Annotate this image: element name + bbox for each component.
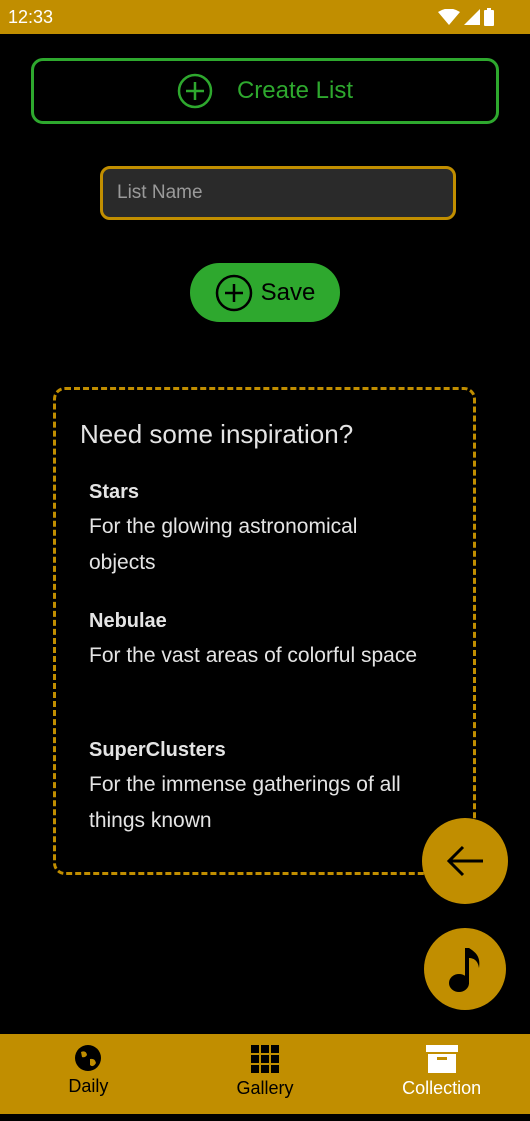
status-icons [438,8,494,26]
back-fab-button[interactable] [422,818,508,904]
inspiration-item-title: Stars [89,481,140,503]
nav-item-gallery[interactable]: Gallery [177,1034,354,1114]
inspiration-item-stars: Stars For the glowing astronomical objec… [89,479,429,581]
arrow-left-icon [446,845,483,877]
list-name-input[interactable] [100,166,456,220]
battery-icon [484,8,494,26]
create-list-button[interactable]: Create List [31,58,499,124]
nav-item-daily[interactable]: Daily [0,1034,177,1114]
music-fab-button[interactable] [424,928,506,1010]
plus-circle-icon [177,73,213,109]
grid-icon [251,1045,279,1073]
signal-icon [464,9,480,25]
wifi-icon [438,9,460,25]
music-note-icon [449,948,480,992]
status-time: 12:33 [8,7,54,27]
app-screen: 12:33 Create List Save [0,0,530,1121]
nav-item-collection[interactable]: Collection [353,1034,530,1114]
save-button[interactable]: Save [190,263,340,322]
system-nav-strip [0,1114,530,1121]
inspiration-item-desc: For the vast areas of colorful space [89,644,417,667]
globe-icon [75,1045,102,1071]
nav-label-collection: Collection [402,1078,482,1098]
inspiration-item-title: SuperClusters [89,739,226,761]
inspiration-item-desc: For the immense gatherings of all things… [89,773,401,832]
inspiration-item-nebulae: Nebulae For the vast areas of colorful s… [89,608,429,674]
bottom-nav: Daily Gallery Collection [0,1034,530,1114]
create-list-label: Create List [236,77,354,104]
inspiration-card: Need some inspiration? Stars For the glo… [53,387,476,875]
inspiration-heading: Need some inspiration? [80,419,354,449]
archive-box-icon [425,1045,458,1073]
inspiration-item-desc: For the glowing astronomical objects [89,515,358,574]
status-bar: 12:33 [0,0,530,34]
save-label: Save [260,278,316,306]
inspiration-item-title: Nebulae [89,610,167,632]
nav-label-daily: Daily [68,1076,109,1096]
nav-label-gallery: Gallery [236,1078,294,1098]
plus-circle-icon [215,274,252,311]
inspiration-item-superclusters: SuperClusters For the immense gatherings… [89,737,429,839]
